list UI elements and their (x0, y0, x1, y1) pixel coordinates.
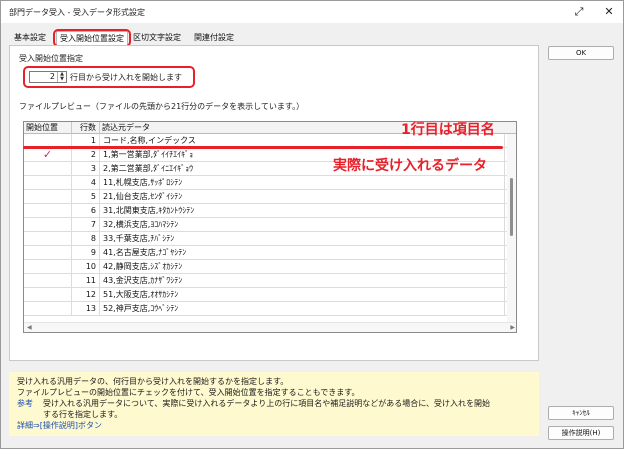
line-number-cell: 6 (72, 204, 100, 218)
start-position-cell[interactable] (24, 162, 72, 176)
start-position-cell[interactable] (24, 190, 72, 204)
line-number-cell: 4 (72, 176, 100, 190)
line-number-cell: 12 (72, 288, 100, 302)
table-row[interactable]: 10 42,静岡支店,ｼｽﾞｵｶｼﾃﾝ (24, 260, 514, 274)
data-rows-callout: 実際に受け入れるデータ (333, 158, 487, 174)
line-number-cell: 11 (72, 274, 100, 288)
table-row[interactable]: 5 21,仙台支店,ｾﾝﾀﾞｲｼﾃﾝ (24, 190, 514, 204)
line-number-cell: 10 (72, 260, 100, 274)
column-header-line[interactable]: 行数 (72, 122, 100, 134)
start-position-cell[interactable] (24, 288, 72, 302)
window-title: 部門データ受入 - 受入データ形式設定 (9, 8, 145, 17)
table-row[interactable]: 13 52,神戸支店,ｺｳﾍﾞｼﾃﾝ (24, 302, 514, 316)
scroll-left-icon[interactable]: ◀ (27, 323, 32, 332)
preview-group-title: ファイルプレビュー（ファイルの先頭から21行分のデータを表示しています。） (19, 102, 305, 111)
help-line-2: ファイルプレビューの開始位置にチェックを付けて、受入開始位置を指定することもでき… (17, 388, 360, 397)
line-number-cell: 9 (72, 246, 100, 260)
line-number-cell: 3 (72, 162, 100, 176)
start-position-cell[interactable] (24, 232, 72, 246)
tab-association[interactable]: 関連付設定 (191, 31, 237, 45)
start-position-cell[interactable] (24, 204, 72, 218)
expand-icon[interactable]: ⤢ (569, 4, 589, 20)
start-position-highlight-box (23, 66, 195, 88)
data-cell: 43,金沢支店,ｶﾅｻﾞﾜｼﾃﾝ (100, 274, 505, 288)
horizontal-scrollbar[interactable]: ◀ ▶ (24, 322, 516, 332)
data-cell: 51,大阪支店,ｵｵｻｶｼﾃﾝ (100, 288, 505, 302)
header-row-callout: 1行目は項目名 (401, 122, 495, 138)
column-header-start[interactable]: 開始位置 (24, 122, 72, 134)
help-panel: 受け入れる汎用データの、何行目から受け入れを開始するかを指定します。 ファイルプ… (9, 372, 539, 436)
title-bar: 部門データ受入 - 受入データ形式設定 ⤢ ✕ (1, 1, 623, 23)
table-row[interactable]: 7 32,横浜支店,ﾖｺﾊﾏｼﾃﾝ (24, 218, 514, 232)
data-cell: 21,仙台支店,ｾﾝﾀﾞｲｼﾃﾝ (100, 190, 505, 204)
line-number-cell: 5 (72, 190, 100, 204)
scroll-right-icon[interactable]: ▶ (510, 323, 515, 332)
data-cell: 31,北関東支店,ｷﾀｶﾝﾄｳｼﾃﾝ (100, 204, 505, 218)
table-row[interactable]: 9 41,名古屋支店,ﾅｺﾞﾔｼﾃﾝ (24, 246, 514, 260)
help-note-label: 参考 (17, 399, 33, 408)
start-position-cell[interactable] (24, 176, 72, 190)
table-row[interactable]: 6 31,北関東支店,ｷﾀｶﾝﾄｳｼﾃﾝ (24, 204, 514, 218)
help-note-line-1: 受け入れる汎用データについて、実際に受け入れるデータより上の行に項目名や補足説明… (43, 399, 490, 408)
data-cell: 32,横浜支店,ﾖｺﾊﾏｼﾃﾝ (100, 218, 505, 232)
checkmark-icon[interactable]: ✓ (24, 148, 72, 162)
help-button[interactable]: 操作説明(H) (548, 426, 614, 440)
help-detail-link[interactable]: 詳細⇒[操作説明]ボタン (17, 420, 102, 431)
dialog-window: 部門データ受入 - 受入データ形式設定 ⤢ ✕ 基本設定 受入開始位置設定 区切… (0, 0, 624, 449)
table-row[interactable]: 4 11,札幌支店,ｻｯﾎﾟﾛｼﾃﾝ (24, 176, 514, 190)
line-number-cell: 7 (72, 218, 100, 232)
start-position-cell[interactable] (24, 274, 72, 288)
table-row[interactable]: 11 43,金沢支店,ｶﾅｻﾞﾜｼﾃﾝ (24, 274, 514, 288)
table-row[interactable]: 8 33,千葉支店,ﾁﾊﾞｼﾃﾝ (24, 232, 514, 246)
vertical-scrollbar[interactable] (507, 134, 516, 322)
table-row[interactable]: 12 51,大阪支店,ｵｵｻｶｼﾃﾝ (24, 288, 514, 302)
help-line-1: 受け入れる汎用データの、何行目から受け入れを開始するかを指定します。 (17, 377, 289, 386)
start-position-cell[interactable] (24, 260, 72, 274)
start-position-cell[interactable] (24, 246, 72, 260)
start-position-cell[interactable] (24, 218, 72, 232)
data-cell: 42,静岡支店,ｼｽﾞｵｶｼﾃﾝ (100, 260, 505, 274)
data-cell: 52,神戸支店,ｺｳﾍﾞｼﾃﾝ (100, 302, 505, 316)
help-note-line-2: する行を指定します。 (43, 410, 123, 419)
line-number-cell: 13 (72, 302, 100, 316)
cancel-button[interactable]: ｷｬﾝｾﾙ (548, 406, 614, 420)
header-row-underline (23, 146, 503, 149)
data-cell: 41,名古屋支店,ﾅｺﾞﾔｼﾃﾝ (100, 246, 505, 260)
tab-delimiter[interactable]: 区切文字設定 (130, 31, 184, 45)
ok-button[interactable]: OK (548, 46, 614, 60)
preview-grid[interactable]: 開始位置 行数 読込元データ 1 コード,名称,インデックス ✓ 2 1,第一営業部,ﾀ… (23, 121, 517, 333)
data-cell: 11,札幌支店,ｻｯﾎﾟﾛｼﾃﾝ (100, 176, 505, 190)
tab-basic-settings[interactable]: 基本設定 (11, 31, 49, 45)
line-number-cell: 2 (72, 148, 100, 162)
data-cell: 33,千葉支店,ﾁﾊﾞｼﾃﾝ (100, 232, 505, 246)
line-number-cell: 8 (72, 232, 100, 246)
start-position-cell[interactable] (24, 302, 72, 316)
scrollbar-thumb[interactable] (510, 178, 513, 236)
start-position-group-title: 受入開始位置指定 (19, 54, 83, 63)
close-icon[interactable]: ✕ (599, 4, 619, 20)
